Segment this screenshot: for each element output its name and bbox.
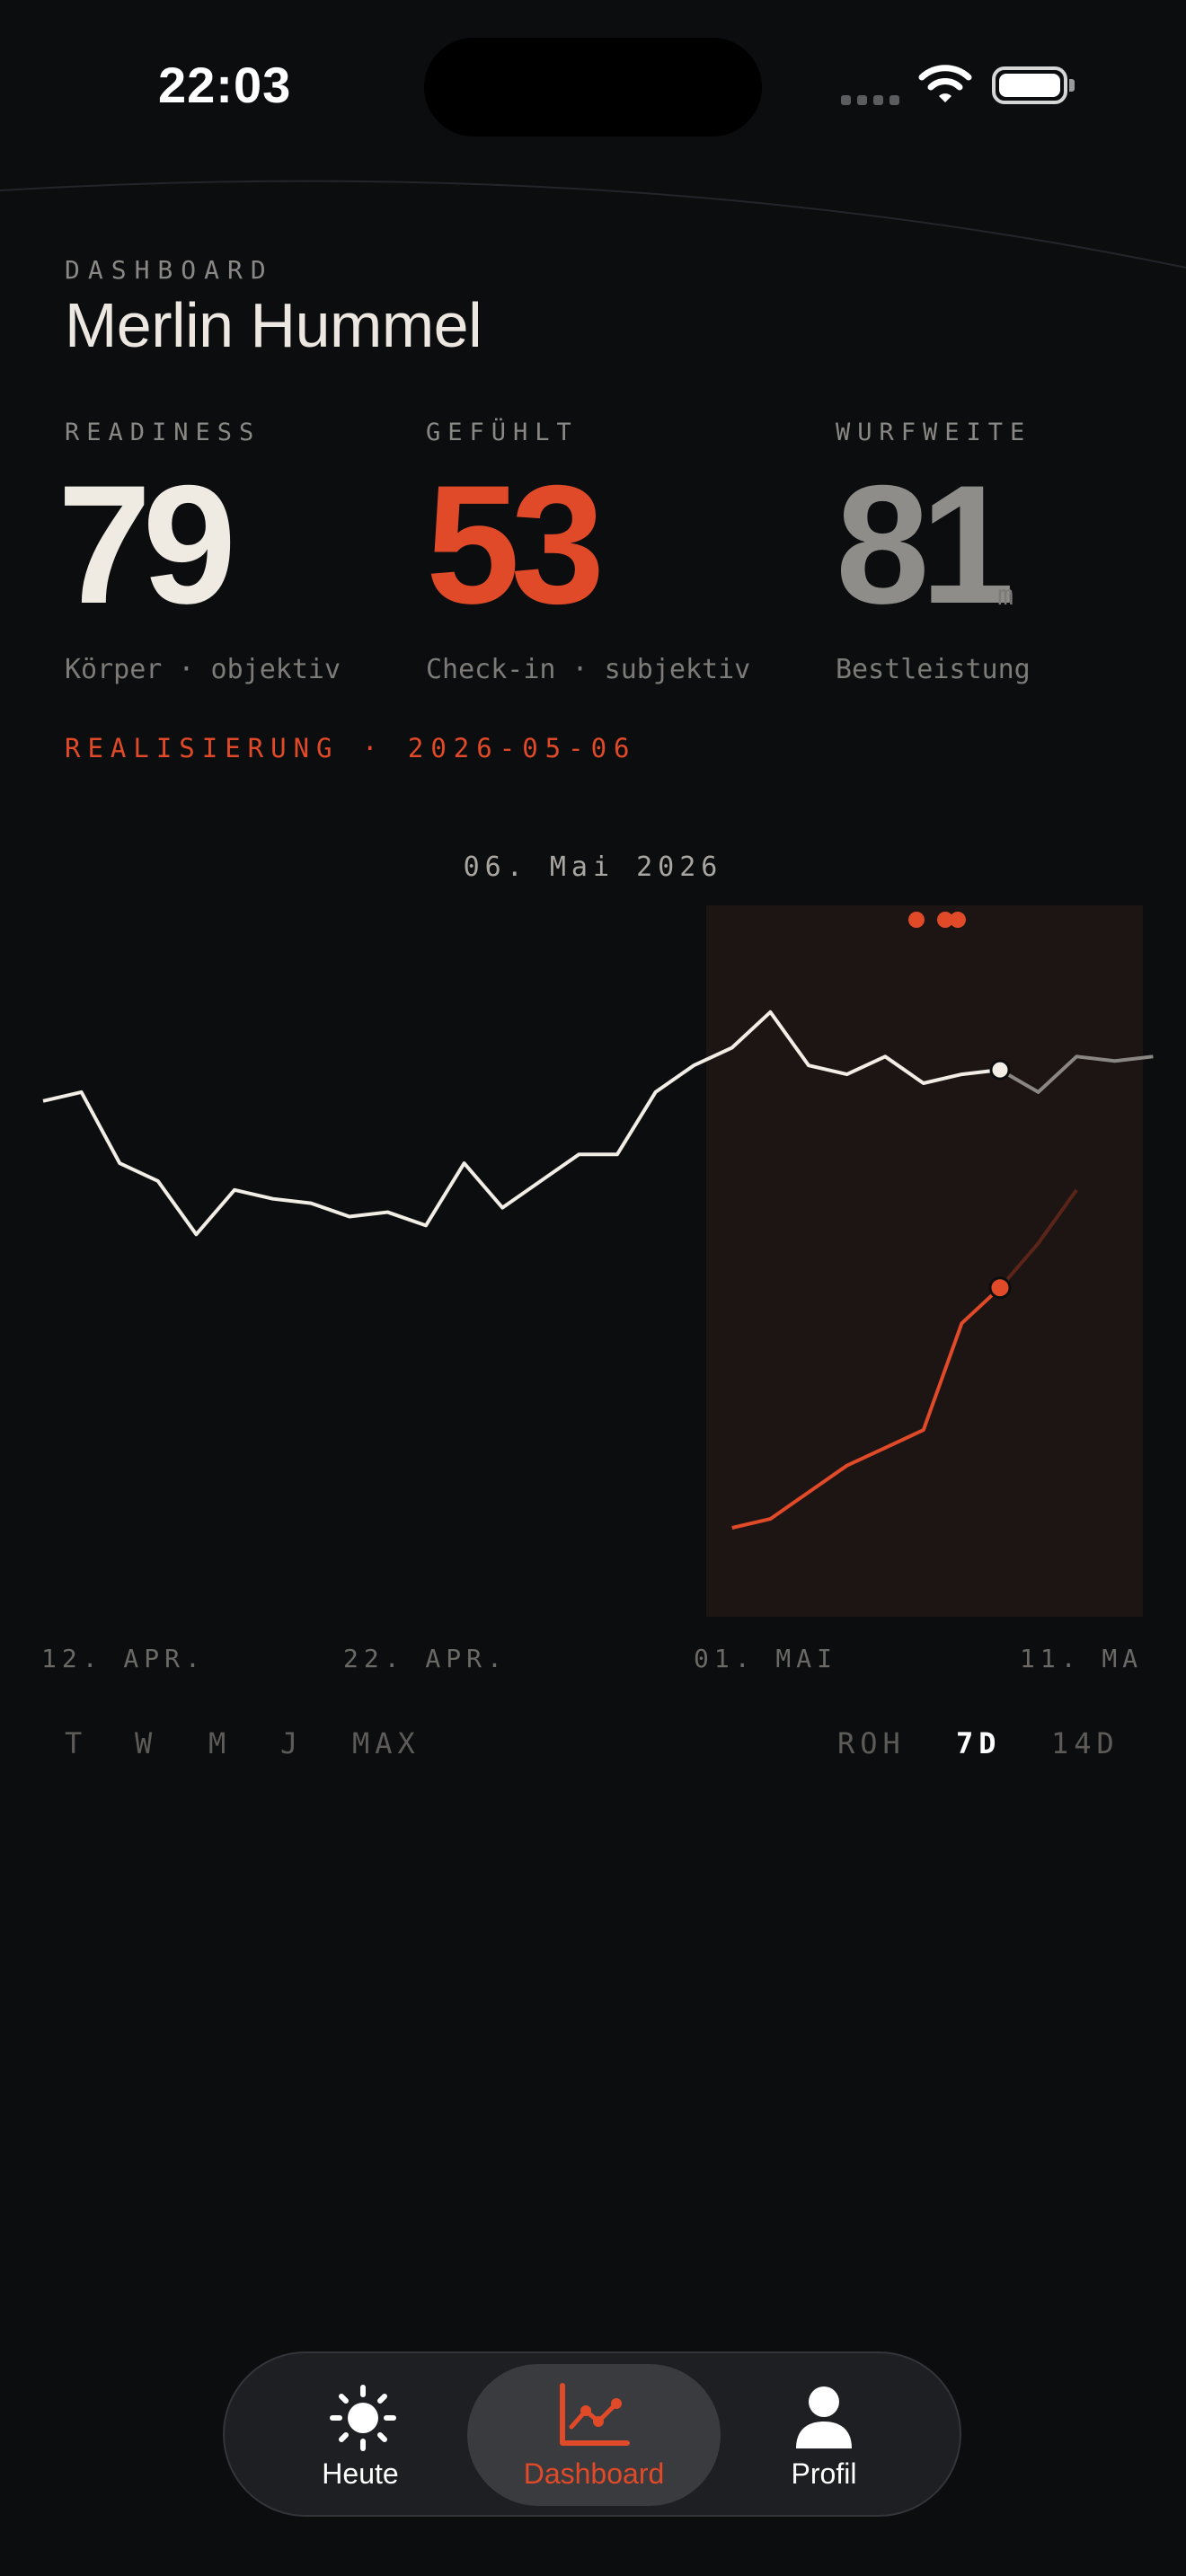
wifi-icon — [918, 65, 972, 102]
x-tick-4: 11. MAI — [1020, 1644, 1164, 1673]
metric-label-felt: GEFÜHLT — [426, 419, 579, 446]
range-option-14d[interactable]: 14D — [1051, 1726, 1120, 1760]
athlete-name: Merlin Hummel — [65, 290, 482, 360]
edge-mask-left — [0, 1635, 43, 1689]
dynamic-island — [424, 38, 762, 137]
tab-heute[interactable]: Heute — [234, 2364, 487, 2506]
realisation-date[interactable]: REALISIERUNG · 2026-05-06 — [65, 733, 637, 763]
x-tick-1: 12. APR. — [41, 1644, 206, 1673]
status-time: 22:03 — [158, 57, 292, 113]
battery-icon — [992, 66, 1067, 104]
tab-profil[interactable]: Profil — [697, 2364, 951, 2506]
tab-label-profil: Profil — [791, 2457, 857, 2490]
page-eyebrow: DASHBOARD — [65, 255, 274, 285]
selected-point-felt[interactable] — [988, 1276, 1012, 1300]
person-icon — [796, 2386, 852, 2448]
edge-mask-right — [1143, 1635, 1186, 1689]
range-option-m[interactable]: M — [208, 1726, 231, 1760]
metric-value-throw: 81 — [836, 450, 1014, 639]
metric-subtitle-readiness: Körper · objektiv — [65, 654, 341, 685]
range-option-roh[interactable]: ROH — [837, 1726, 906, 1760]
readiness-chart[interactable] — [0, 889, 1186, 1635]
event-marker[interactable] — [908, 912, 925, 928]
sun-icon — [330, 2385, 396, 2451]
chart-icon — [560, 2383, 630, 2446]
metric-label-throw: WURFWEITE — [836, 419, 1032, 446]
selected-point-readiness[interactable] — [989, 1059, 1011, 1081]
x-tick-2: 22. APR. — [343, 1644, 508, 1673]
range-option-w[interactable]: W — [135, 1726, 157, 1760]
range-option-7d[interactable]: 7D — [956, 1726, 1002, 1760]
chart-selected-date: 06. Mai 2026 — [463, 851, 723, 883]
metric-unit-throw: m — [997, 580, 1014, 612]
metric-subtitle-throw: Bestleistung — [836, 654, 1031, 685]
tab-label-dashboard: Dashboard — [523, 2457, 665, 2490]
x-tick-3: 01. MAI — [694, 1644, 838, 1673]
battery-cap — [1069, 79, 1075, 92]
metric-label-readiness: READINESS — [65, 419, 261, 446]
range-option-t[interactable]: T — [65, 1726, 87, 1760]
tab-label-heute: Heute — [322, 2457, 399, 2490]
range-option-j[interactable]: J — [280, 1726, 303, 1760]
metric-value-felt: 53 — [426, 450, 605, 639]
range-option-max[interactable]: MAX — [352, 1726, 420, 1760]
metric-value-readiness: 79 — [58, 450, 236, 639]
metric-subtitle-felt: Check-in · subjektiv — [426, 654, 751, 685]
event-marker[interactable] — [950, 912, 966, 928]
tab-dashboard[interactable]: Dashboard — [467, 2364, 721, 2506]
